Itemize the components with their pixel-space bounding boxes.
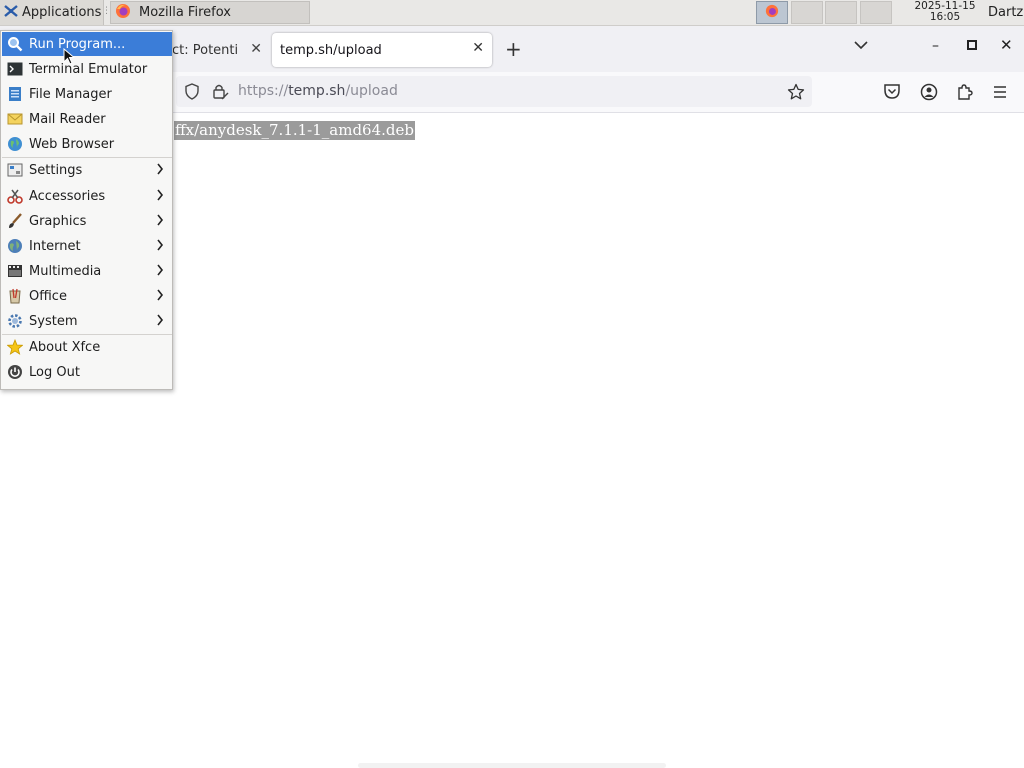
menu-item-label: Multimedia (29, 263, 102, 279)
menu-item-mail-reader[interactable]: Mail Reader (2, 107, 172, 131)
menu-item-label: Office (29, 288, 67, 304)
maximize-icon[interactable] (967, 40, 977, 50)
applications-menu: Run Program... Terminal Emulator File Ma… (0, 30, 173, 390)
workspace-3[interactable] (825, 1, 857, 24)
taskbar-firefox-button[interactable]: Mozilla Firefox (110, 1, 310, 24)
office-icon (7, 288, 23, 304)
star-icon (7, 339, 23, 355)
clock[interactable]: 2025-11-15 16:05 (902, 1, 988, 23)
menu-item-label: Settings (29, 162, 83, 178)
chevron-right-icon (156, 213, 164, 231)
mail-icon (7, 111, 23, 127)
menu-item-label: Run Program... (29, 36, 126, 52)
menu-item-graphics[interactable]: Graphics (2, 209, 172, 233)
selected-page-text[interactable]: ffx/anydesk_7.1.1-1_amd64.deb (174, 121, 415, 140)
menu-item-label: Web Browser (29, 136, 115, 152)
url-text[interactable]: https://temp.sh/upload (238, 83, 398, 99)
hamburger-menu-icon[interactable] (992, 85, 1008, 103)
top-panel: Applications ⋮ Mozilla Firefox 2025-11-1… (0, 0, 1024, 26)
chevron-down-icon[interactable] (853, 39, 869, 55)
minimize-icon[interactable]: – (932, 38, 939, 54)
chevron-right-icon (156, 263, 164, 281)
menu-item-accessories[interactable]: Accessories (2, 184, 172, 208)
tab-label: temp.sh/upload (280, 42, 382, 58)
menu-item-multimedia[interactable]: Multimedia (2, 259, 172, 283)
clock-time: 16:05 (929, 11, 961, 23)
taskbar-window-label: Mozilla Firefox (139, 5, 231, 20)
user-name[interactable]: Dartz (988, 5, 1023, 20)
url-path: /upload (345, 83, 398, 99)
menu-item-label: File Manager (29, 86, 112, 102)
brush-icon (7, 213, 23, 229)
chevron-right-icon (156, 313, 164, 331)
panel-separator: ⋮ (102, 6, 111, 16)
chevron-right-icon (156, 188, 164, 206)
menu-item-label: Internet (29, 238, 81, 254)
menu-item-file-manager[interactable]: File Manager (2, 82, 172, 106)
tab-active[interactable]: temp.sh/upload ✕ (272, 33, 492, 67)
film-icon (7, 263, 23, 279)
menu-item-about-xfce[interactable]: About Xfce (2, 335, 172, 359)
close-icon[interactable]: ✕ (250, 41, 262, 57)
file-manager-icon (7, 86, 23, 102)
shield-icon[interactable] (184, 83, 200, 104)
menu-item-label: Terminal Emulator (29, 61, 148, 77)
menu-item-office[interactable]: Office (2, 284, 172, 308)
extensions-icon[interactable] (956, 83, 973, 105)
new-tab-icon[interactable]: + (505, 37, 522, 61)
menu-item-run-program[interactable]: Run Program... (2, 32, 172, 56)
url-scheme: https:// (238, 83, 289, 99)
accessories-icon (7, 188, 23, 204)
chevron-right-icon (156, 238, 164, 256)
workspace-2[interactable] (791, 1, 823, 24)
menu-item-label: Log Out (29, 364, 80, 380)
firefox-icon (765, 4, 779, 22)
search-icon (7, 36, 23, 52)
menu-item-web-browser[interactable]: Web Browser (2, 132, 172, 156)
pocket-icon[interactable] (883, 83, 901, 104)
url-host: temp.sh (288, 83, 346, 99)
bookmark-star-icon[interactable] (787, 83, 805, 105)
menu-item-terminal-emulator[interactable]: Terminal Emulator (2, 57, 172, 81)
chevron-right-icon (156, 162, 164, 180)
scroll-shadow (358, 763, 666, 768)
menu-item-label: System (29, 313, 78, 329)
applications-label: Applications (22, 5, 102, 20)
globe-icon (7, 136, 23, 152)
url-bar[interactable]: https://temp.sh/upload (176, 76, 812, 107)
close-icon[interactable]: ✕ (472, 40, 484, 56)
menu-item-label: Mail Reader (29, 111, 106, 127)
menu-item-internet[interactable]: Internet (2, 234, 172, 258)
menu-item-label: Accessories (29, 188, 106, 204)
settings-icon (7, 162, 23, 178)
window-close-icon[interactable]: ✕ (1000, 36, 1013, 54)
xfce-logo-icon (3, 3, 19, 23)
internet-icon (7, 238, 23, 254)
applications-menu-button[interactable]: Applications (0, 0, 104, 25)
tab-label: ct: Potenti (172, 42, 239, 58)
gear-icon (7, 313, 23, 329)
terminal-icon (7, 61, 23, 77)
workspace-1[interactable] (756, 1, 788, 24)
menu-item-system[interactable]: System (2, 309, 172, 333)
workspace-4[interactable] (860, 1, 892, 24)
menu-item-settings[interactable]: Settings (2, 158, 172, 182)
lock-icon[interactable] (211, 82, 229, 104)
firefox-icon (115, 3, 131, 23)
menu-item-label: Graphics (29, 213, 87, 229)
menu-item-label: About Xfce (29, 339, 101, 355)
logout-icon (7, 364, 23, 380)
menu-item-log-out[interactable]: Log Out (2, 360, 172, 384)
account-icon[interactable] (920, 83, 938, 105)
chevron-right-icon (156, 288, 164, 306)
